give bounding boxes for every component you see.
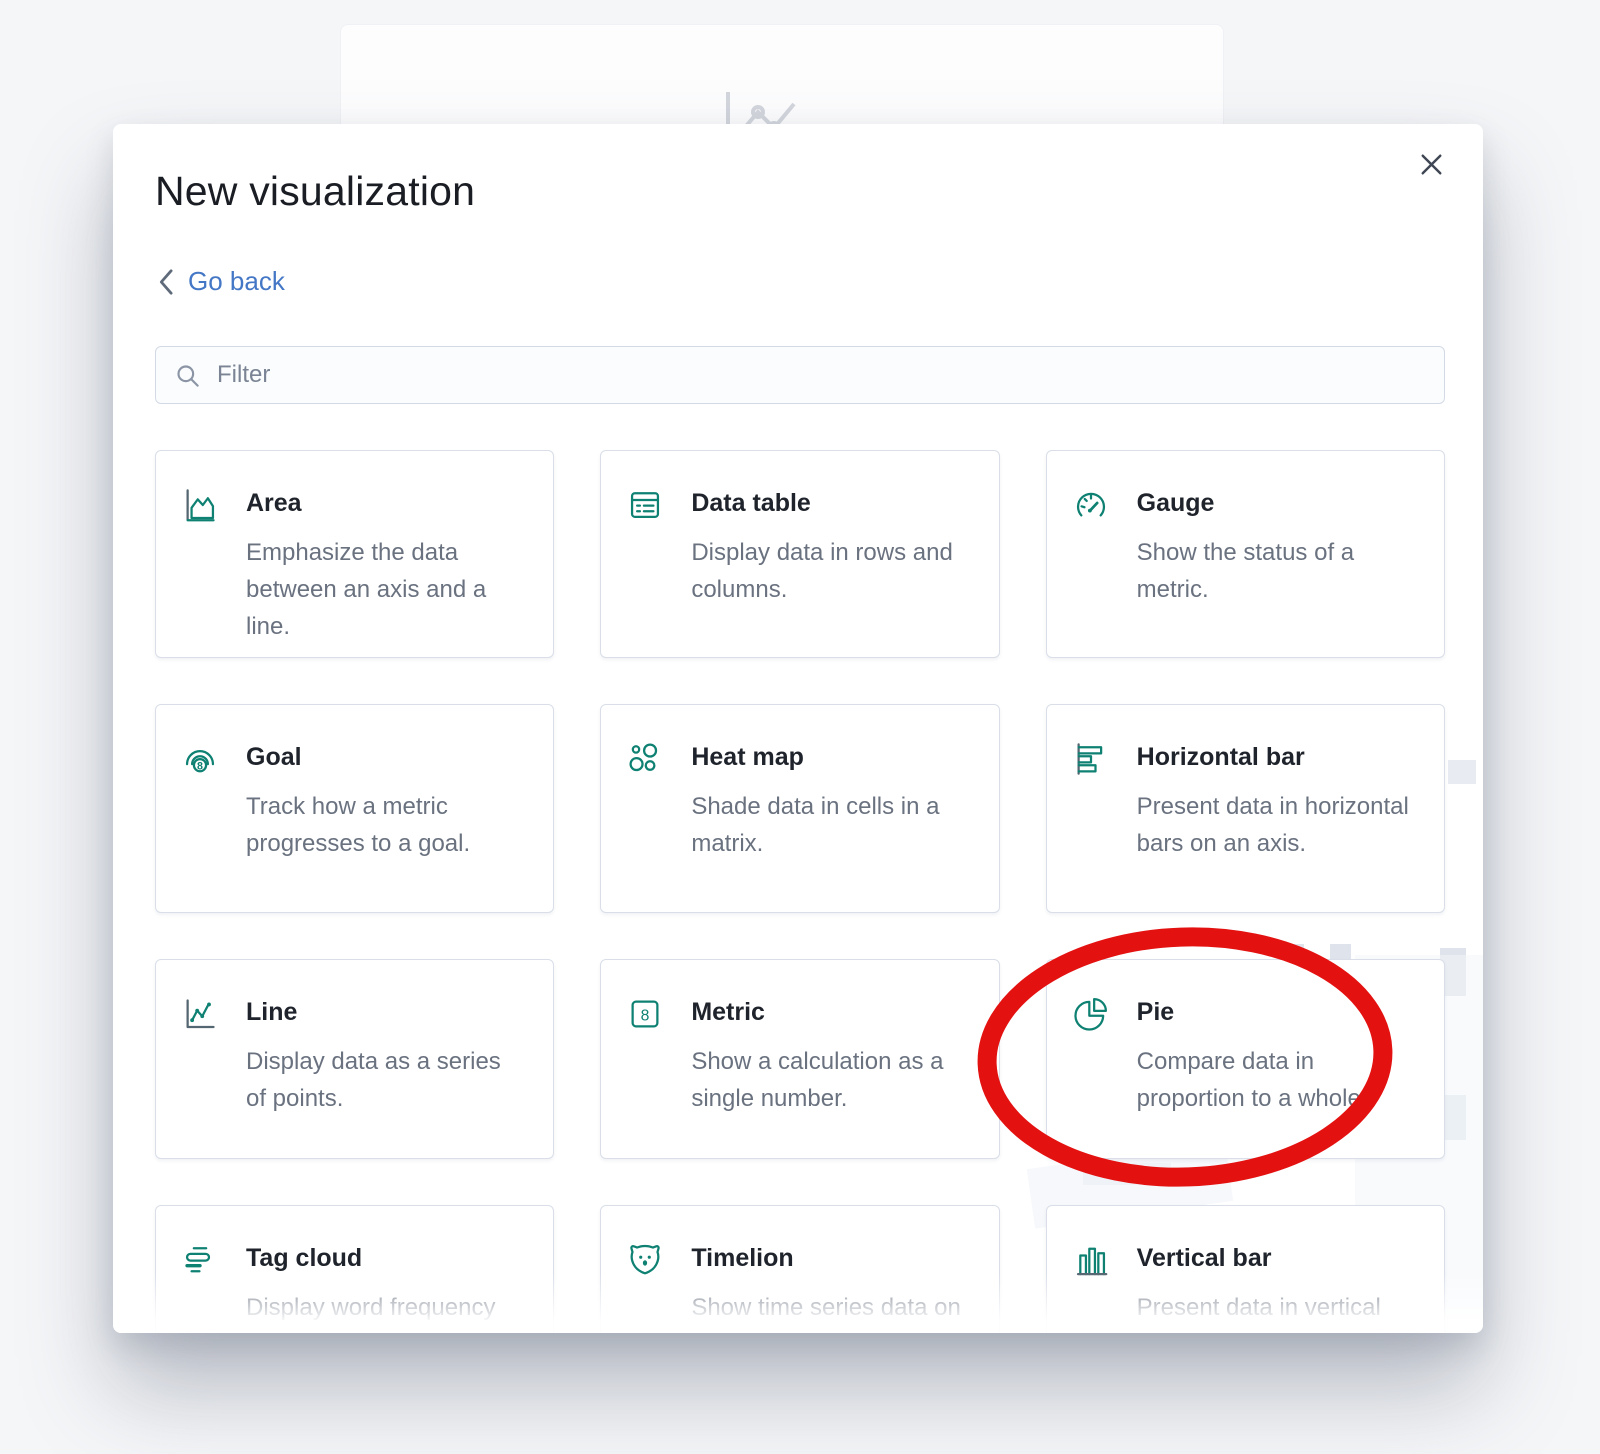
- card-tag-cloud[interactable]: Tag cloud Display word frequency with fo…: [155, 1205, 554, 1333]
- svg-text:8: 8: [197, 760, 203, 772]
- filter-search-box: [155, 346, 1445, 404]
- card-title: Data table: [691, 489, 972, 518]
- card-title: Gauge: [1137, 489, 1418, 518]
- card-description: Compare data in proportion to a whole.: [1137, 1043, 1418, 1117]
- go-back-link[interactable]: Go back: [157, 266, 285, 297]
- card-title: Vertical bar: [1137, 1244, 1418, 1273]
- card-horizontal-bar[interactable]: Horizontal bar Present data in horizonta…: [1046, 704, 1445, 913]
- card-description: Track how a metric progresses to a goal.: [246, 788, 527, 862]
- heat-map-icon: [627, 741, 663, 777]
- card-title: Goal: [246, 743, 527, 772]
- background-artifact: [1448, 760, 1476, 784]
- card-description: Show a calculation as a single number.: [691, 1043, 972, 1117]
- visualization-type-grid: Area Emphasize the data between an axis …: [155, 450, 1445, 1333]
- chevron-left-icon: [157, 268, 174, 296]
- card-description: Show the status of a metric.: [1137, 534, 1418, 608]
- card-goal[interactable]: 8 Goal Track how a metric progresses to …: [155, 704, 554, 913]
- card-description: Display data in rows and columns.: [691, 534, 972, 608]
- card-title: Tag cloud: [246, 1244, 527, 1273]
- pie-chart-icon: [1073, 996, 1109, 1032]
- card-description: Display word frequency with font size.: [246, 1289, 527, 1333]
- vertical-bar-icon: [1073, 1242, 1109, 1278]
- card-data-table[interactable]: Data table Display data in rows and colu…: [600, 450, 999, 658]
- tag-cloud-icon: [182, 1242, 218, 1278]
- card-metric[interactable]: 8 Metric Show a calculation as a single …: [600, 959, 999, 1159]
- card-description: Emphasize the data between an axis and a…: [246, 534, 527, 645]
- card-vertical-bar[interactable]: Vertical bar Present data in vertical ba…: [1046, 1205, 1445, 1333]
- card-description: Show time series data on a graph.: [691, 1289, 972, 1333]
- page: { "modal": { "title": "New visualization…: [0, 0, 1600, 1454]
- card-title: Area: [246, 489, 527, 518]
- card-gauge[interactable]: Gauge Show the status of a metric.: [1046, 450, 1445, 658]
- card-title: Timelion: [691, 1244, 972, 1273]
- card-line[interactable]: Line Display data as a series of points.: [155, 959, 554, 1159]
- area-chart-icon: [182, 487, 218, 523]
- search-icon: [174, 362, 201, 389]
- card-title: Horizontal bar: [1137, 743, 1418, 772]
- filter-input[interactable]: [217, 361, 1426, 389]
- go-back-label: Go back: [188, 266, 285, 297]
- line-chart-icon: [182, 996, 218, 1032]
- card-area[interactable]: Area Emphasize the data between an axis …: [155, 450, 554, 658]
- card-description: Present data in horizontal bars on an ax…: [1137, 788, 1418, 862]
- card-timelion[interactable]: Timelion Show time series data on a grap…: [600, 1205, 999, 1333]
- horizontal-bar-icon: [1073, 741, 1109, 777]
- card-description: Shade data in cells in a matrix.: [691, 788, 972, 862]
- card-description: Display data as a series of points.: [246, 1043, 527, 1117]
- card-title: Metric: [691, 998, 972, 1027]
- card-title: Line: [246, 998, 527, 1027]
- metric-icon: 8: [627, 996, 663, 1032]
- card-pie[interactable]: Pie Compare data in proportion to a whol…: [1046, 959, 1445, 1159]
- gauge-icon: [1073, 487, 1109, 523]
- data-table-icon: [627, 487, 663, 523]
- card-heat-map[interactable]: Heat map Shade data in cells in a matrix…: [600, 704, 999, 913]
- close-button[interactable]: [1413, 146, 1449, 182]
- card-description: Present data in vertical bars on an axis…: [1137, 1289, 1418, 1333]
- goal-icon: 8: [182, 741, 218, 777]
- close-icon: [1418, 151, 1445, 178]
- svg-text:8: 8: [641, 1008, 650, 1025]
- card-title: Pie: [1137, 998, 1418, 1027]
- timelion-icon: [627, 1242, 663, 1278]
- new-visualization-modal: New visualization Go back Area Emphasize…: [113, 124, 1483, 1333]
- card-title: Heat map: [691, 743, 972, 772]
- modal-title: New visualization: [155, 168, 475, 215]
